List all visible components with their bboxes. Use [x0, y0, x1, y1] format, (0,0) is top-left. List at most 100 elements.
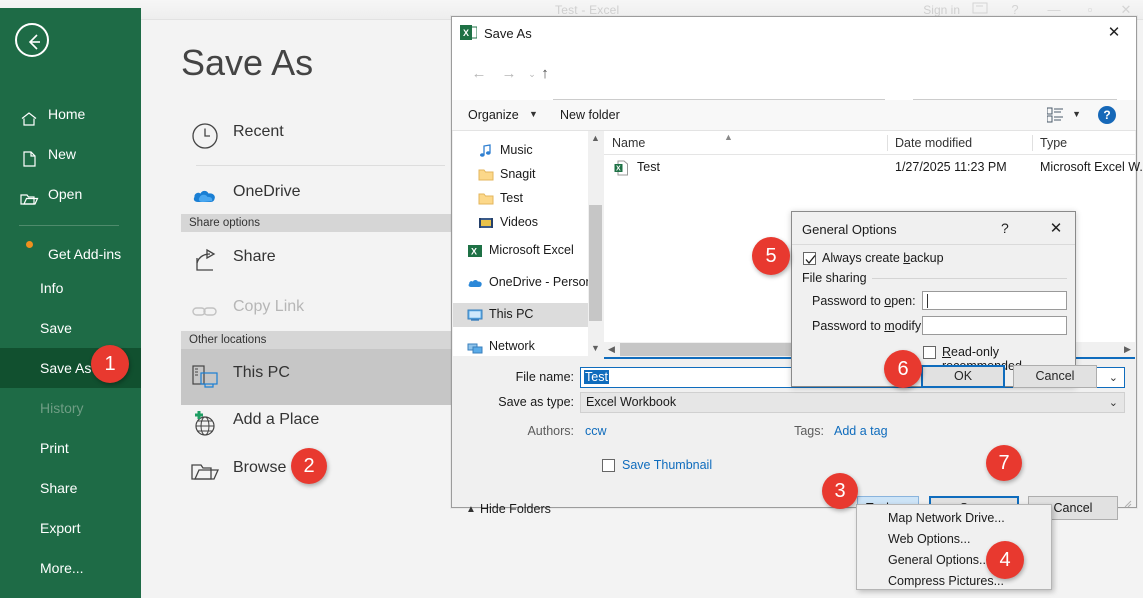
sidebar-item-share[interactable]: Share: [0, 468, 141, 508]
password-to-modify-label: Password to modify:: [812, 319, 925, 333]
chevron-down-icon[interactable]: ▼: [529, 109, 538, 119]
menu-item-map-network-drive[interactable]: Map Network Drive...: [857, 508, 1053, 529]
column-header-type[interactable]: Type: [1032, 131, 1137, 155]
general-options-cancel-button[interactable]: Cancel: [1013, 365, 1097, 388]
save-as-type-value: Excel Workbook: [586, 395, 676, 409]
read-only-recommended-checkbox[interactable]: [923, 346, 936, 359]
column-header-name[interactable]: Name: [604, 131, 887, 155]
nav-pane-item-label: Snagit: [500, 167, 535, 181]
back-arrow-icon[interactable]: [15, 23, 49, 57]
chevron-down-icon[interactable]: ▼: [1072, 109, 1081, 119]
close-icon[interactable]: ✕: [1045, 219, 1067, 237]
authors-value[interactable]: ccw: [585, 424, 607, 438]
place-recent[interactable]: Recent: [181, 108, 453, 164]
chevron-down-icon[interactable]: ⌄: [1109, 396, 1118, 409]
view-list-icon[interactable]: [1047, 107, 1064, 123]
always-create-backup-label[interactable]: Always create backup: [822, 251, 944, 265]
sidebar-item-more[interactable]: More...: [0, 548, 141, 588]
nav-pane-item-music[interactable]: Music: [453, 139, 603, 163]
sidebar-item-label: History: [40, 400, 84, 416]
add-a-tag-link[interactable]: Add a tag: [834, 424, 888, 438]
menu-item-compress-pictures[interactable]: Compress Pictures...: [857, 571, 1053, 592]
label-post: odify:: [895, 319, 925, 333]
nav-pane-item-network[interactable]: Network: [453, 335, 603, 356]
nav-pane-scrollbar[interactable]: ▲ ▼: [588, 131, 603, 356]
svg-text:X: X: [471, 247, 477, 257]
excel-icon: X: [467, 243, 483, 259]
new-folder-button[interactable]: New folder: [560, 108, 620, 122]
backstage-sidebar: Home New Open Get Add-ins Info Save Save…: [0, 8, 141, 598]
nav-pane-item-this-pc[interactable]: This PC: [453, 303, 603, 327]
file-name-value: Test: [584, 370, 609, 384]
videos-icon: [478, 215, 494, 231]
minimize-button[interactable]: —: [1041, 2, 1067, 17]
share-item-share[interactable]: Share: [181, 233, 453, 289]
help-icon[interactable]: ?: [1001, 220, 1009, 236]
sidebar-item-label: Open: [48, 174, 82, 214]
nav-pane-item-label: Videos: [500, 215, 538, 229]
help-icon[interactable]: ?: [1002, 2, 1028, 17]
file-list-header: Name ▲ Date modified Type: [604, 131, 1135, 155]
sign-in-link[interactable]: Sign in: [923, 3, 960, 17]
svg-text:X: X: [463, 28, 469, 38]
password-to-modify-input[interactable]: [922, 316, 1067, 335]
divider: [196, 165, 445, 166]
up-button[interactable]: ↑: [532, 61, 558, 87]
sidebar-item-home[interactable]: Home: [0, 94, 141, 134]
chevron-down-icon[interactable]: ⌄: [1109, 371, 1118, 384]
always-create-backup-checkbox[interactable]: [803, 252, 816, 265]
sidebar-item-print[interactable]: Print: [0, 428, 141, 468]
nav-pane-item-onedrive-personal[interactable]: OneDrive - Person: [453, 271, 603, 295]
menu-item-web-options[interactable]: Web Options...: [857, 529, 1053, 550]
ribbon-display-icon[interactable]: [967, 2, 993, 17]
maximize-button[interactable]: ▫: [1077, 2, 1103, 17]
music-note-icon: [478, 143, 494, 159]
excel-file-icon: X: [614, 160, 629, 176]
general-options-ok-button[interactable]: OK: [921, 365, 1005, 388]
chevron-up-icon[interactable]: ▲: [466, 504, 476, 515]
nav-pane-item-label: Network: [489, 339, 535, 353]
password-to-open-input[interactable]: [922, 291, 1067, 310]
tools-dropdown-menu: Map Network Drive... Web Options... Gene…: [856, 504, 1052, 590]
sidebar-item-save[interactable]: Save: [0, 308, 141, 348]
column-header-date-modified[interactable]: Date modified: [887, 131, 1032, 155]
scroll-left-icon[interactable]: ◀: [604, 342, 619, 357]
sidebar-item-label: Get Add-ins: [48, 246, 121, 262]
tags-label: Tags:: [740, 424, 824, 438]
other-locations-header: Other locations: [181, 331, 461, 349]
label-post: pen:: [891, 294, 915, 308]
sidebar-item-new[interactable]: New: [0, 134, 141, 174]
close-icon[interactable]: ✕: [1092, 17, 1136, 50]
back-button[interactable]: ←: [466, 61, 492, 87]
sidebar-divider: [19, 225, 119, 226]
scroll-up-icon[interactable]: ▲: [588, 131, 603, 146]
nav-pane-item-label: Music: [500, 143, 533, 157]
save-as-type-select[interactable]: Excel Workbook ⌄: [580, 392, 1125, 413]
sidebar-item-label: Share: [40, 480, 77, 496]
dialog-nav-bar: ← → ⌄ ↑ This PC❯Local Disk (C:)❯Test ⌄ ↻…: [452, 50, 1136, 100]
this-pc-icon: [467, 307, 483, 323]
nav-pane-item-label: This PC: [489, 307, 533, 321]
nav-pane-item-videos[interactable]: Videos: [453, 211, 603, 235]
nav-pane-item-microsoft-excel[interactable]: X Microsoft Excel: [453, 239, 603, 263]
sidebar-item-open[interactable]: Open: [0, 174, 141, 214]
scrollbar-thumb[interactable]: [589, 205, 602, 321]
resize-grip[interactable]: [1124, 496, 1132, 504]
sidebar-item-label: Print: [40, 440, 69, 456]
table-row[interactable]: X Test 1/27/2025 11:23 PM Microsoft Exce…: [604, 155, 1135, 181]
sidebar-item-info[interactable]: Info: [0, 268, 141, 308]
organize-button[interactable]: Organize: [468, 108, 519, 122]
nav-pane-item-test[interactable]: Test: [453, 187, 603, 211]
hide-folders-button[interactable]: Hide Folders: [480, 502, 551, 516]
sidebar-item-export[interactable]: Export: [0, 508, 141, 548]
scroll-down-icon[interactable]: ▼: [588, 341, 603, 356]
save-thumbnail-label[interactable]: Save Thumbnail: [622, 458, 712, 472]
nav-pane-item-snagit[interactable]: Snagit: [453, 163, 603, 187]
help-icon[interactable]: ?: [1098, 106, 1116, 124]
sidebar-item-label: Export: [40, 520, 80, 536]
scroll-right-icon[interactable]: ▶: [1120, 342, 1135, 357]
place-label: Recent: [233, 123, 284, 141]
sidebar-item-label: Home: [48, 94, 85, 134]
onedrive-cloud-icon: [189, 180, 221, 212]
save-thumbnail-checkbox[interactable]: [602, 459, 615, 472]
